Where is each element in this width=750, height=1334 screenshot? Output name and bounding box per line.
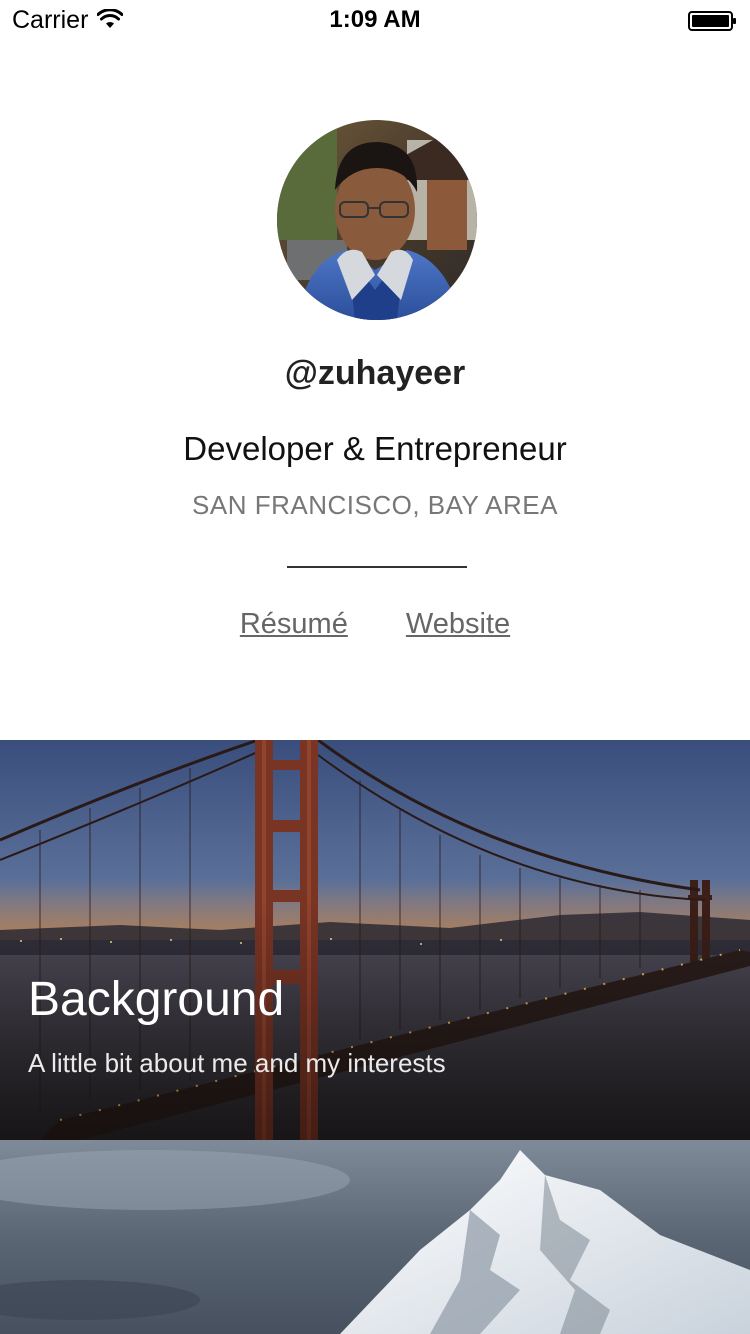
- battery-icon: [688, 11, 736, 31]
- profile-tagline: Developer & Entrepreneur: [183, 430, 567, 467]
- divider: [287, 566, 467, 568]
- avatar: [277, 120, 477, 320]
- avatar-photo: [277, 120, 477, 320]
- status-bar: Carrier 1:09 AM: [0, 0, 750, 40]
- bridge-photo: [0, 740, 750, 1140]
- background-card[interactable]: Background A little bit about me and my …: [0, 740, 750, 1140]
- profile-links: Résumé Website: [0, 608, 750, 641]
- mountain-card[interactable]: [0, 1140, 750, 1334]
- mountain-photo: [0, 1140, 750, 1334]
- resume-link[interactable]: Résumé: [240, 608, 348, 641]
- profile-handle: @zuhayeer: [284, 354, 466, 392]
- profile-location: SAN FRANCISCO, BAY AREA: [192, 490, 558, 520]
- website-link[interactable]: Website: [406, 608, 510, 641]
- card-title: Background: [28, 973, 285, 1026]
- profile-screen: Carrier 1:09 AM @zuhayeer Developer & En…: [0, 0, 750, 1334]
- card-subtitle: A little bit about me and my interests: [28, 1048, 446, 1078]
- status-time: 1:09 AM: [329, 6, 421, 33]
